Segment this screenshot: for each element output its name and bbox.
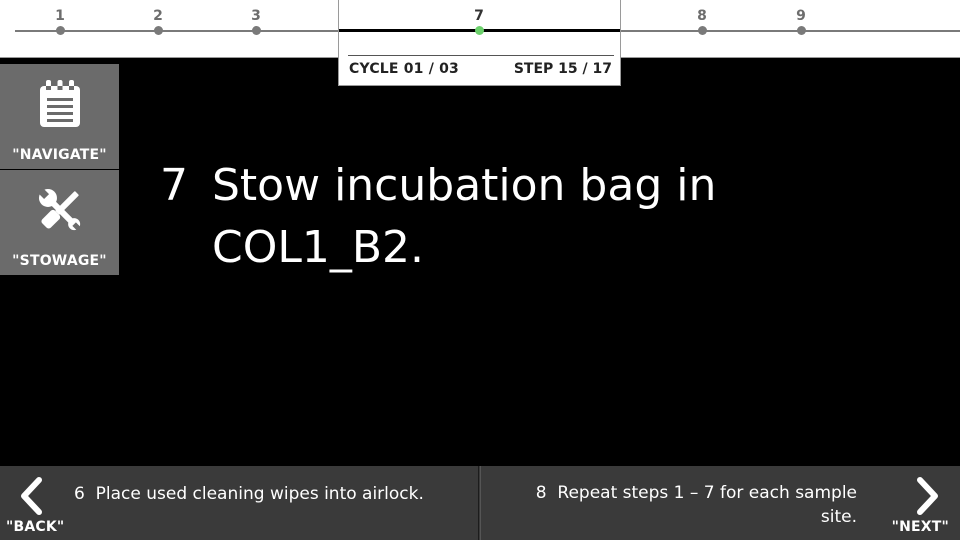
progress-step-number: 3: [251, 8, 261, 24]
next-button-label: "NEXT": [891, 519, 949, 535]
progress-step-number: 7: [474, 8, 484, 24]
progress-step-dot: [153, 26, 163, 35]
procedure-progress-bar: 1 2 3 CYCLE 01 / 03 STEP 15 / 17 7 8 9: [0, 0, 960, 86]
notepad-icon: [39, 80, 80, 127]
progress-step-8[interactable]: 8: [692, 8, 712, 35]
next-step-preview: 8 Repeat steps 1 – 7 for each sample sit…: [527, 481, 857, 529]
cycle-counter: CYCLE 01 / 03: [349, 61, 459, 77]
progress-step-dot: [796, 26, 806, 35]
progress-step-dot: [55, 26, 65, 35]
previous-step-number: 6: [74, 484, 85, 504]
progress-track-end: [872, 30, 960, 32]
progress-step-2[interactable]: 2: [148, 8, 168, 35]
chevron-left-icon: [21, 477, 42, 515]
progress-step-number: 1: [55, 8, 65, 24]
progress-step-dot: [251, 26, 261, 35]
previous-step-preview: 6 Place used cleaning wipes into airlock…: [74, 482, 454, 506]
back-button[interactable]: "BACK" 6 Place used cleaning wipes into …: [0, 466, 479, 540]
progress-step-number: 8: [697, 8, 707, 24]
current-instruction: 7 Stow incubation bag in COL1_B2.: [160, 155, 880, 279]
step-counter: STEP 15 / 17: [513, 61, 612, 77]
instruction-number: 7: [160, 160, 188, 211]
previous-step-text: Place used cleaning wipes into airlock.: [95, 484, 424, 504]
next-button[interactable]: 8 Repeat steps 1 – 7 for each sample sit…: [480, 466, 959, 540]
progress-step-3[interactable]: 3: [246, 8, 266, 35]
next-step-number: 8: [535, 483, 547, 503]
progress-step-dot: [697, 26, 707, 35]
navigate-button-label: "NAVIGATE": [12, 147, 107, 163]
navigate-button[interactable]: "NAVIGATE": [0, 64, 119, 169]
chevron-right-icon: [917, 477, 938, 515]
step-navigation-bar: "BACK" 6 Place used cleaning wipes into …: [0, 466, 960, 540]
next-step-text: Repeat steps 1 – 7 for each sample site.: [557, 483, 857, 527]
wrench-screwdriver-icon: [37, 187, 82, 232]
stowage-button-label: "STOWAGE": [12, 253, 107, 269]
progress-step-1[interactable]: 1: [50, 8, 70, 35]
back-button-label: "BACK": [6, 519, 65, 535]
stowage-button[interactable]: "STOWAGE": [0, 170, 119, 275]
instruction-text: Stow incubation bag in COL1_B2.: [212, 160, 717, 273]
progress-step-9[interactable]: 9: [791, 8, 811, 35]
current-step-divider: [348, 55, 614, 56]
progress-step-dot-current: [474, 26, 484, 35]
progress-step-number: 9: [796, 8, 806, 24]
progress-step-number: 2: [153, 8, 163, 24]
progress-step-7-current[interactable]: 7: [469, 8, 489, 35]
